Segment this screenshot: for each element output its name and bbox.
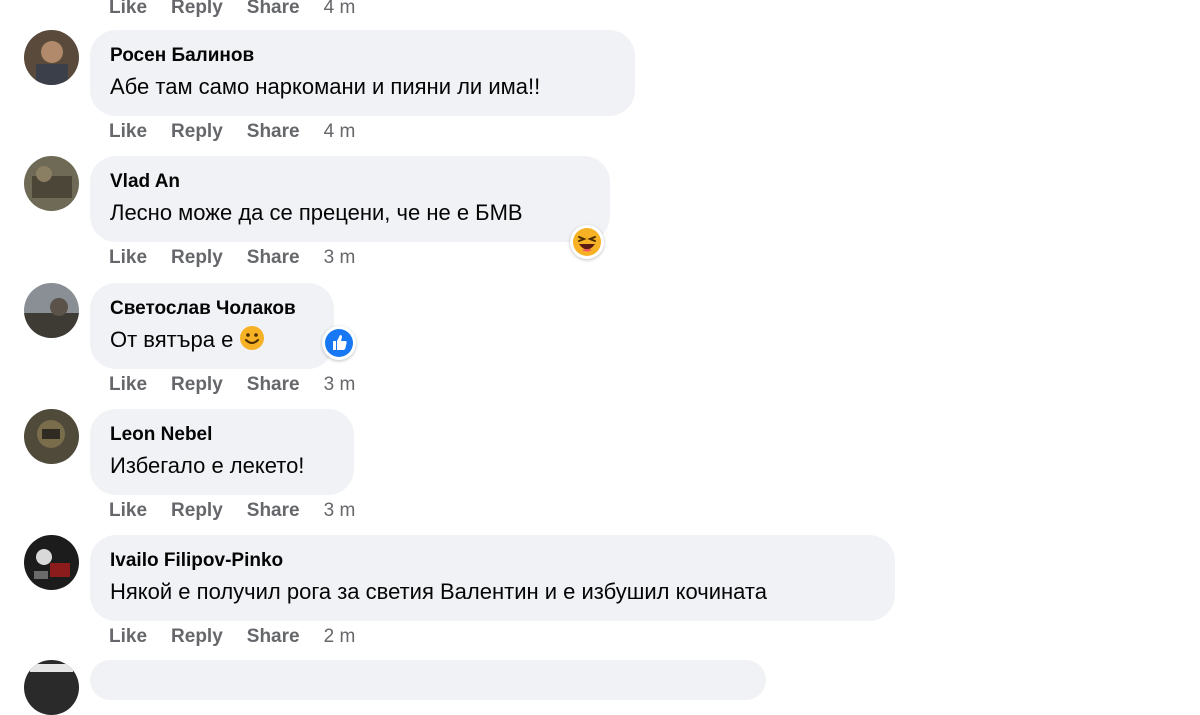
- comment-bubble: [90, 660, 766, 700]
- comment-timestamp[interactable]: 3 m: [324, 500, 356, 522]
- comment-text: Някой е получил рога за светия Валентин …: [110, 579, 767, 604]
- avatar[interactable]: [24, 283, 79, 338]
- comment-author[interactable]: Росен Балинов: [110, 42, 615, 70]
- comment-actions: Like Reply Share 3 m: [109, 374, 355, 396]
- reply-button[interactable]: Reply: [171, 500, 223, 522]
- comment-actions: Like Reply Share 3 m: [109, 247, 355, 269]
- reply-button[interactable]: Reply: [171, 247, 223, 269]
- comment-timestamp[interactable]: 3 m: [324, 374, 356, 396]
- comment-author[interactable]: Светослав Чолаков: [110, 295, 314, 323]
- like-button[interactable]: Like: [109, 626, 147, 648]
- smile-emoji-icon: [239, 325, 265, 361]
- haha-reaction-icon[interactable]: [570, 225, 604, 259]
- comment-author[interactable]: Vlad An: [110, 168, 590, 196]
- comment-author[interactable]: Leon Nebel: [110, 421, 334, 449]
- reply-button[interactable]: Reply: [171, 626, 223, 648]
- share-button[interactable]: Share: [247, 121, 300, 143]
- comment-timestamp[interactable]: 3 m: [324, 247, 356, 269]
- comment-timestamp[interactable]: 4 m: [324, 121, 356, 143]
- comment-actions-top: Like Reply Share 4 m: [109, 0, 355, 19]
- like-reaction-icon[interactable]: [322, 326, 356, 360]
- reply-button[interactable]: Reply: [171, 121, 223, 143]
- comment-bubble: Росен Балинов Абе там само наркомани и п…: [90, 30, 635, 116]
- reply-button[interactable]: Reply: [171, 374, 223, 396]
- avatar[interactable]: [24, 660, 79, 715]
- like-button[interactable]: Like: [109, 247, 147, 269]
- comment-bubble: Светослав Чолаков От вятъра е: [90, 283, 334, 369]
- share-button[interactable]: Share: [247, 247, 300, 269]
- comment-text: Лесно може да се прецени, че не е БМВ: [110, 200, 523, 225]
- avatar[interactable]: [24, 409, 79, 464]
- like-button[interactable]: Like: [109, 374, 147, 396]
- comment-actions: Like Reply Share 2 m: [109, 626, 355, 648]
- comment-text: Абе там само наркомани и пияни ли има!!: [110, 74, 541, 99]
- share-button[interactable]: Share: [247, 374, 300, 396]
- like-button[interactable]: Like: [109, 121, 147, 143]
- avatar[interactable]: [24, 156, 79, 211]
- comment-bubble: Vlad An Лесно може да се прецени, че не …: [90, 156, 610, 242]
- comment-author[interactable]: Ivailo Filipov-Pinko: [110, 547, 875, 575]
- comment-bubble: Ivailo Filipov-Pinko Някой е получил рог…: [90, 535, 895, 621]
- share-button[interactable]: Share: [247, 0, 300, 19]
- avatar[interactable]: [24, 535, 79, 590]
- comment-timestamp[interactable]: 2 m: [324, 626, 356, 648]
- comment-actions: Like Reply Share 3 m: [109, 500, 355, 522]
- share-button[interactable]: Share: [247, 500, 300, 522]
- reply-button[interactable]: Reply: [171, 0, 223, 19]
- comment-text: От вятъра е: [110, 323, 314, 361]
- comment-timestamp[interactable]: 4 m: [324, 0, 356, 19]
- share-button[interactable]: Share: [247, 626, 300, 648]
- comment-bubble: Leon Nebel Избегало е лекето!: [90, 409, 354, 495]
- comment-actions: Like Reply Share 4 m: [109, 121, 355, 143]
- like-button[interactable]: Like: [109, 500, 147, 522]
- like-button[interactable]: Like: [109, 0, 147, 19]
- comment-text-content: От вятъра е: [110, 327, 234, 352]
- avatar[interactable]: [24, 30, 79, 85]
- comment-text: Избегало е лекето!: [110, 453, 305, 478]
